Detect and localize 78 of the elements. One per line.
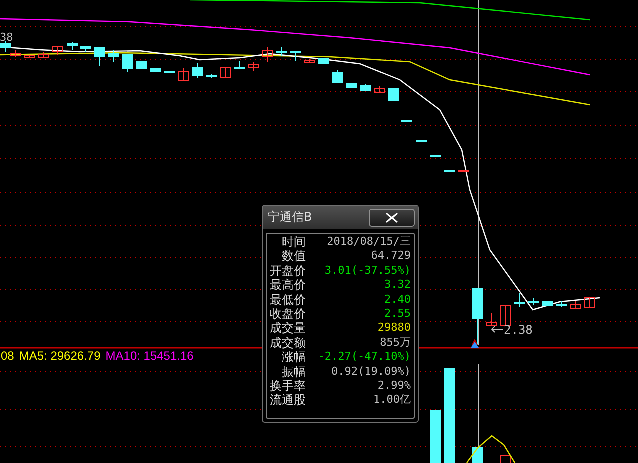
candlestick <box>304 58 315 63</box>
candlestick <box>52 46 63 56</box>
field-label: 流通股 <box>270 393 306 408</box>
volume-bar <box>500 455 511 463</box>
field-label: 最低价 <box>270 292 306 307</box>
field-value: 2.99% <box>376 378 411 394</box>
candlestick <box>500 304 511 326</box>
field-value: -2.27(-47.10%) <box>317 350 411 365</box>
candlestick <box>332 70 343 83</box>
volume-bar <box>430 410 441 463</box>
candlestick <box>164 70 175 73</box>
candlestick <box>318 58 329 64</box>
field-value: 2.40 <box>384 292 411 307</box>
field-label: 涨幅 <box>281 350 306 365</box>
candlestick <box>150 68 161 72</box>
volume-bar <box>472 447 483 463</box>
candlestick <box>178 68 189 81</box>
field-value: 3.01(-37.55%) <box>324 264 411 278</box>
candlestick <box>206 74 217 78</box>
candlestick <box>458 170 469 172</box>
candlestick <box>80 46 91 52</box>
candlestick <box>220 66 231 78</box>
candlestick <box>38 52 49 58</box>
candlestick <box>136 60 147 70</box>
candlestick <box>24 54 35 58</box>
field-value: 64.729 <box>370 249 411 264</box>
candlestick <box>276 46 287 56</box>
candlestick <box>374 86 385 94</box>
candlestick <box>430 154 441 157</box>
field-label: 数值 <box>281 249 306 264</box>
candlestick <box>346 82 357 88</box>
candlestick <box>486 312 497 326</box>
field-value: 2.55 <box>384 306 411 322</box>
candlestick <box>360 84 371 92</box>
field-label: 最高价 <box>270 278 306 293</box>
close-button[interactable] <box>369 208 415 226</box>
window-title: 宁通信B <box>268 209 312 226</box>
indicator-label: MA5: 29626.79 <box>19 349 101 363</box>
candlestick <box>401 120 412 122</box>
arrow-icon <box>491 326 504 333</box>
field-value: 3.32 <box>384 278 411 293</box>
candlestick <box>472 288 483 346</box>
field-label: 时间 <box>281 235 306 250</box>
candlestick <box>262 46 273 62</box>
candlestick <box>94 46 105 66</box>
candlestick <box>570 300 581 309</box>
field-label: 成交量 <box>270 321 306 336</box>
field-label: 换手率 <box>270 378 306 394</box>
candlestick <box>528 298 539 306</box>
indicator-label: MA10: 15451.16 <box>106 349 194 363</box>
candlestick <box>234 60 245 70</box>
candlestick <box>514 292 525 308</box>
price-label: 2.38 <box>504 323 533 337</box>
moving-average-line <box>466 435 516 463</box>
candlestick <box>444 170 455 172</box>
indicator-label: 08 <box>1 349 14 363</box>
field-value: 2018/08/15/三 <box>326 235 411 250</box>
price-label: 38 <box>0 31 14 44</box>
candlestick <box>416 140 427 142</box>
field-value: 29880 <box>376 321 411 336</box>
field-label: 成交额 <box>270 336 306 350</box>
candlestick <box>108 50 119 62</box>
field-label: 收盘价 <box>270 306 306 322</box>
candlestick <box>67 42 78 50</box>
candlestick <box>584 296 595 308</box>
candlestick <box>542 300 553 306</box>
candlestick <box>248 62 259 72</box>
field-value: 1.00亿 <box>372 393 411 408</box>
candlestick <box>556 300 567 308</box>
candlestick <box>290 50 301 62</box>
candlestick <box>388 88 399 102</box>
field-value: 855万 <box>379 336 411 350</box>
field-label: 开盘价 <box>270 264 306 278</box>
field-value: 0.92(19.09%) <box>330 364 411 379</box>
candlestick <box>192 62 203 78</box>
field-label: 振幅 <box>281 364 306 379</box>
candlestick <box>122 54 133 72</box>
close-icon <box>386 212 398 222</box>
